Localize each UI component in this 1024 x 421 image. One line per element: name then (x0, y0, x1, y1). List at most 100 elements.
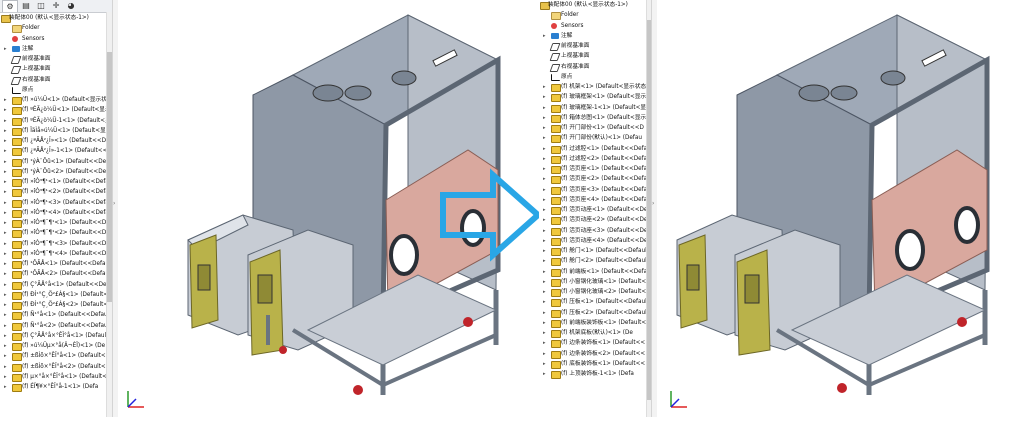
expand-arrow-icon[interactable]: ▸ (543, 205, 547, 215)
tree-item[interactable]: 右视基准面 (0, 75, 112, 85)
expand-arrow-icon[interactable]: ▸ (4, 290, 8, 300)
tree-item[interactable]: ▸ (f) 箱体总图<1> (Default<显示 (539, 113, 651, 123)
tree-item[interactable]: 上视基准面 (539, 51, 651, 62)
tree-item[interactable]: ▸ (f) »îÒ³¶¹<1> (Default<<Defau (0, 177, 112, 187)
expand-arrow-icon[interactable]: ▸ (543, 144, 547, 154)
tree-item[interactable]: ▸ (f) 过滤腔<2> (Default<<Defau (539, 154, 651, 164)
expand-arrow-icon[interactable]: ▸ (4, 95, 8, 105)
expand-arrow-icon[interactable]: ▸ (543, 174, 547, 184)
expand-arrow-icon[interactable]: ▸ (543, 92, 547, 102)
tree-item[interactable]: ▸ (f) ±ßÌõ×°ÊÎ°å<2> (Default<< (0, 362, 112, 372)
tree-item[interactable]: ▸ (f) »ú¼Ü<1> (Default<显示状 (0, 95, 112, 105)
tree-item[interactable]: ▸ (f) 上顶装饰板-1<1> (Defa (539, 369, 651, 379)
tree-item[interactable]: ▸ (f) ¹ýÀ¨Õû<2> (Default<<Defau (0, 167, 112, 177)
tree-item[interactable]: ▸ (f) 过滤腔<1> (Default<<Defau (539, 144, 651, 154)
expand-arrow-icon[interactable]: ▸ (4, 116, 8, 126)
tree-item[interactable]: ▸ (f) 开门部份<1> (Default<<D (539, 123, 651, 133)
tree-item[interactable]: ▸ (f) 小窗钢化玻璃<2> (Default< (539, 287, 651, 297)
tree-item[interactable]: ▸ (f) »îÒ³¶¯¶¹<3> (Default<<De (0, 239, 112, 249)
tree-item[interactable]: Folder (539, 10, 651, 21)
expand-arrow-icon[interactable]: ▸ (4, 331, 8, 341)
expand-arrow-icon[interactable]: ▸ (543, 359, 547, 369)
tree-item[interactable]: ▸ (f) 舱门<1> (Default<<Default (539, 246, 651, 256)
expand-arrow-icon[interactable]: ▸ (4, 126, 8, 136)
expand-arrow-icon[interactable]: ▸ (543, 349, 547, 359)
tree-item[interactable]: ▸ 注解 (539, 31, 651, 41)
tree-item[interactable]: ▸ (f) 前端板<1> (Default<<Defa (539, 267, 651, 277)
tree-item[interactable]: ▸ (f) »îÒ³¶¯¶¹<2> (Default<<De (0, 228, 112, 239)
expand-arrow-icon[interactable]: ▸ (543, 31, 547, 41)
property-manager-tab[interactable]: ▤ (19, 0, 33, 11)
tree-item[interactable]: ▸ (f) ÉÏ¶¥×°ÊÎ°å-1<1> (Defa (0, 382, 112, 392)
tree-item[interactable]: ▸ (f) 活页动座<2> (Default<<De (539, 215, 651, 226)
expand-arrow-icon[interactable]: ▸ (4, 136, 8, 146)
tree-item[interactable]: ▸ (f) 压板<2> (Default<<Default (539, 308, 651, 318)
expand-arrow-icon[interactable]: ▸ (4, 167, 8, 177)
expand-arrow-icon[interactable]: ▸ (543, 226, 547, 236)
feature-manager-tab[interactable]: ⚙ (2, 0, 18, 12)
tree-item[interactable]: ▸ (f) »îÒ³¶¹<3> (Default<<Defau (0, 198, 112, 208)
expand-arrow-icon[interactable]: ▸ (543, 318, 547, 328)
tree-item[interactable]: ▸ (f) »ú¼Üµ×°å(Ä¬ÈÏ)<1> (De (0, 341, 112, 351)
expand-arrow-icon[interactable]: ▸ (4, 362, 8, 372)
tree-root-assembly[interactable]: 装配体00 (默认<显示状态-1>) (0, 13, 112, 23)
tree-item[interactable]: ▸ (f) Ñ¹°å<2> (Default<<Default (0, 321, 112, 331)
expand-arrow-icon[interactable]: ▸ (4, 300, 8, 310)
expand-arrow-icon[interactable]: ▸ (543, 133, 547, 143)
expand-arrow-icon[interactable]: ▸ (543, 369, 547, 379)
tree-item[interactable]: ▸ (f) ÐÍ¹°Ç¸Ö²£Á§<1> (Default< (0, 290, 112, 300)
tree-item[interactable]: ▸ (f) 开门部份(默认)<1> (Defau (539, 133, 651, 144)
tree-item[interactable]: ▸ (f) 活页动座<4> (Default<<De (539, 236, 651, 246)
tree-item[interactable]: ▸ (f) 活页座<2> (Default<<Defau (539, 174, 651, 185)
tree-item[interactable]: ▸ (f) »îÒ³¶¹<4> (Default<<Defau (0, 208, 112, 218)
expand-arrow-icon[interactable]: ▸ (4, 187, 8, 197)
expand-arrow-icon[interactable]: ▸ (543, 267, 547, 277)
tree-item[interactable]: ▸ (f) ±ßÌõ×°ÊÎ°å<1> (Default<< (0, 351, 112, 362)
expand-arrow-icon[interactable]: ▸ (4, 382, 8, 392)
expand-arrow-icon[interactable]: ▸ (543, 338, 547, 348)
tree-root-assembly[interactable]: 装配体00 (默认<显示状态-1>) (539, 0, 651, 10)
expand-arrow-icon[interactable]: ▸ (4, 351, 8, 361)
expand-arrow-icon[interactable]: ▸ (4, 239, 8, 249)
expand-arrow-icon[interactable]: ▸ (543, 236, 547, 246)
right-graphics-viewport[interactable] (657, 0, 1024, 417)
expand-arrow-icon[interactable]: ▸ (543, 277, 547, 287)
expand-arrow-icon[interactable]: ▸ (4, 341, 8, 351)
tree-item[interactable]: ▸ (f) 底板装饰板<1> (Default<< (539, 359, 651, 369)
tree-item[interactable]: ▸ (f) ¹ÔÃÅ<1> (Default<<Default (0, 259, 112, 269)
tree-item[interactable]: 前视基准面 (539, 41, 651, 51)
tree-item[interactable]: 前视基准面 (0, 54, 112, 64)
tree-item[interactable]: 原点 (0, 85, 112, 95)
tree-item[interactable]: Folder (0, 23, 112, 34)
expand-arrow-icon[interactable]: ▸ (4, 146, 8, 156)
expand-arrow-icon[interactable]: ▸ (543, 215, 547, 225)
tree-item[interactable]: ▸ (f) 活页座<3> (Default<<Defau (539, 185, 651, 195)
tree-item[interactable]: ▸ (f) 机架底板(默认)<1> (De (539, 328, 651, 338)
tree-item[interactable]: ▸ (f) 边条装饰板<2> (Default<< (539, 349, 651, 359)
expand-arrow-icon[interactable]: ▸ (543, 113, 547, 123)
expand-arrow-icon[interactable]: ▸ (543, 164, 547, 174)
expand-arrow-icon[interactable]: ▸ (4, 208, 8, 218)
tree-item[interactable]: ▸ (f) 压板<1> (Default<<Default (539, 297, 651, 308)
tree-item[interactable]: ▸ (f) ¹ÔÃÅ<2> (Default<<Default (0, 269, 112, 280)
expand-arrow-icon[interactable]: ▸ (4, 249, 8, 259)
expand-arrow-icon[interactable]: ▸ (4, 177, 8, 187)
tree-item[interactable]: ▸ (f) 前端板装饰板<1> (Default< (539, 318, 651, 328)
expand-arrow-icon[interactable]: ▸ (543, 297, 547, 307)
tree-item[interactable]: ▸ (f) µ×°å×°ÊÎ°å<1> (Default<< (0, 372, 112, 382)
tree-item[interactable]: ▸ (f) 舱门<2> (Default<<Default (539, 256, 651, 267)
tree-item[interactable]: ▸ (f) ¿ªÃÅ²¿Î»-1<1> (Default<<D (0, 146, 112, 157)
expand-arrow-icon[interactable]: ▸ (543, 123, 547, 133)
tree-item[interactable]: ▸ (f) 小窗钢化玻璃<1> (Default< (539, 277, 651, 287)
tree-item[interactable]: ▸ (f) ºÉÃ¿ò¼Ü<1> (Default<显示 (0, 105, 112, 116)
expand-arrow-icon[interactable]: ▸ (4, 198, 8, 208)
tree-item[interactable]: 原点 (539, 72, 651, 82)
tree-item[interactable]: ▸ (f) 玻璃框架-1<1> (Default<显 (539, 103, 651, 113)
tree-item[interactable]: ▸ (f) 玻璃框架<1> (Default<显示 (539, 92, 651, 103)
expand-arrow-icon[interactable]: ▸ (4, 157, 8, 167)
tree-item[interactable]: ▸ (f) 活页座<1> (Default<<Defau (539, 164, 651, 174)
tree-item[interactable]: ▸ (f) ¹ýÀ¨Õû<1> (Default<<Defau (0, 157, 112, 167)
tree-item[interactable]: ▸ (f) ÏäÌå»ú¼Ü<1> (Default<显示 (0, 126, 112, 136)
collapse-arrow-icon[interactable]: › (113, 200, 115, 207)
tree-item[interactable]: ▸ (f) »îÒ³¶¯¶¹<1> (Default<<De (0, 218, 112, 228)
